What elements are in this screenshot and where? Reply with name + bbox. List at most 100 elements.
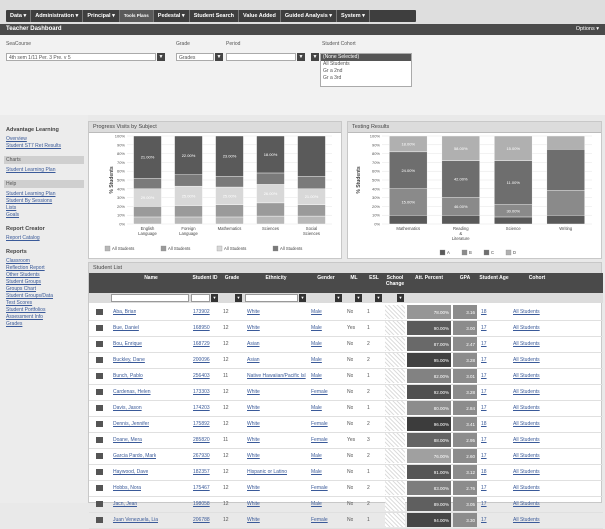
student-card-icon[interactable] [96, 453, 103, 459]
table-cell[interactable]: White [247, 437, 260, 443]
table-cell[interactable]: 17 [481, 325, 487, 331]
table-cell[interactable]: 182357 [193, 469, 210, 475]
table-cell[interactable]: 168729 [193, 341, 210, 347]
table-row[interactable]: Hobbs, Nora 175467 12 White Female No 2 83.00% 2… [89, 480, 603, 497]
table-cell[interactable]: All Students [513, 405, 540, 411]
chevron-down-icon[interactable]: ▼ [397, 294, 404, 302]
period-select[interactable] [226, 53, 296, 61]
menu-item[interactable]: System ▾ [337, 10, 370, 22]
menu-item[interactable]: Guided Analysis ▾ [281, 10, 338, 22]
table-cell[interactable]: 174203 [193, 405, 210, 411]
table-cell[interactable]: 173902 [193, 309, 210, 315]
table-cell[interactable]: Male [311, 501, 322, 507]
table-row[interactable]: Bou, Enrique 168729 12 Asian Male No 2 87.00% 2.… [89, 336, 603, 353]
cohort-option[interactable]: Gr a 2nd [321, 68, 411, 75]
student-card-icon[interactable] [96, 501, 103, 507]
sidebar-link[interactable]: Grades [6, 321, 22, 327]
column-header[interactable]: Student Age [479, 275, 509, 282]
column-filter-input[interactable] [191, 294, 210, 302]
student-card-icon[interactable] [96, 341, 103, 347]
table-cell[interactable]: Buckley, Dane [113, 357, 145, 363]
table-cell[interactable]: Male [311, 373, 322, 379]
column-header[interactable]: Grade [221, 275, 243, 282]
student-card-icon[interactable] [96, 357, 103, 363]
table-cell[interactable]: 17 [481, 485, 487, 491]
column-header[interactable]: GPA [453, 275, 477, 282]
table-cell[interactable]: 175467 [193, 485, 210, 491]
table-row[interactable]: Doane, Mera 285820 11 White Female Yes 3 88.00%… [89, 432, 603, 449]
sidebar-link[interactable]: Student Learning Plan [6, 191, 55, 197]
table-cell[interactable]: 18 [481, 309, 487, 315]
table-cell[interactable]: White [247, 405, 260, 411]
table-cell[interactable]: Bue, Daniel [113, 325, 139, 331]
table-cell[interactable]: White [247, 517, 260, 523]
table-cell[interactable]: 17 [481, 405, 487, 411]
sidebar-link[interactable]: Student Groups/Data [6, 293, 53, 299]
table-cell[interactable]: All Students [513, 437, 540, 443]
chevron-down-icon[interactable]: ▼ [157, 53, 165, 61]
student-card-icon[interactable] [96, 325, 103, 331]
table-cell[interactable]: 17 [481, 389, 487, 395]
menu-item[interactable]: Value Added [239, 10, 281, 22]
table-cell[interactable]: Juan Venezuela, Lia [113, 517, 158, 523]
cohort-option[interactable]: All Students [321, 61, 411, 68]
table-cell[interactable]: Dennis, Jennifer [113, 421, 149, 427]
name-filter-input[interactable] [111, 294, 189, 302]
chevron-down-icon[interactable]: ▼ [335, 294, 342, 302]
menu-item[interactable]: Data ▾ [6, 10, 32, 22]
sidebar-link[interactable]: Other Students [6, 272, 40, 278]
table-cell[interactable]: All Students [513, 309, 540, 315]
table-cell[interactable]: 168950 [193, 325, 210, 331]
menu-item[interactable]: Principal ▾ [83, 10, 120, 22]
table-cell[interactable]: Asian [247, 341, 260, 347]
table-cell[interactable]: 206788 [193, 517, 210, 523]
table-row[interactable]: Davis, Jason 174203 12 White Male No 1 80.00% 2.… [89, 400, 603, 417]
table-cell[interactable]: Hobbs, Nora [113, 485, 141, 491]
table-cell[interactable]: Male [311, 405, 322, 411]
table-cell[interactable]: Female [311, 421, 328, 427]
cohort-option[interactable]: Gr a 3rd [321, 75, 411, 82]
table-cell[interactable]: Female [311, 389, 328, 395]
cohort-listbox[interactable]: (None Selected) All Students Gr a 2nd Gr… [320, 53, 412, 87]
table-cell[interactable]: White [247, 421, 260, 427]
cohort-option[interactable]: (None Selected) [321, 54, 411, 61]
table-cell[interactable]: Male [311, 341, 322, 347]
table-cell[interactable]: Cardenas, Helen [113, 389, 151, 395]
table-cell[interactable]: 17 [481, 517, 487, 523]
sidebar-link[interactable]: Lists [6, 205, 16, 211]
chevron-down-icon[interactable]: ▼ [211, 294, 218, 302]
column-header[interactable]: Ethnicity [245, 275, 307, 282]
table-cell[interactable]: Female [311, 517, 328, 523]
student-card-icon[interactable] [96, 437, 103, 443]
table-cell[interactable]: All Students [513, 453, 540, 459]
table-row[interactable]: Haywood, Dave 182357 12 Hispanic or Latino M… [89, 464, 603, 481]
column-header[interactable]: ML [345, 275, 363, 282]
table-row[interactable]: Aba, Brian 173902 12 White Male No 1 78.00% 3.16… [89, 304, 603, 321]
table-cell[interactable]: Garcia Pardo, Mark [113, 453, 156, 459]
table-cell[interactable]: All Students [513, 469, 540, 475]
table-cell[interactable]: All Students [513, 373, 540, 379]
student-card-icon[interactable] [96, 389, 103, 395]
table-cell[interactable]: Asian [247, 357, 260, 363]
student-card-icon[interactable] [96, 421, 103, 427]
student-card-icon[interactable] [96, 469, 103, 475]
table-row[interactable]: Juan Venezuela, Lia 206788 12 White Female No… [89, 512, 603, 529]
table-cell[interactable]: All Students [513, 421, 540, 427]
table-cell[interactable]: 256403 [193, 373, 210, 379]
chevron-down-icon[interactable]: ▼ [355, 294, 362, 302]
table-cell[interactable]: Male [311, 309, 322, 315]
table-cell[interactable]: Doane, Mera [113, 437, 142, 443]
table-cell[interactable]: 18 [481, 469, 487, 475]
table-cell[interactable]: White [247, 325, 260, 331]
sidebar-link[interactable]: Overview [6, 136, 27, 142]
chevron-down-icon[interactable]: ▼ [297, 53, 305, 61]
column-header[interactable]: Cohort [511, 275, 563, 282]
sidebar-link[interactable]: Report Catalog [6, 235, 40, 241]
student-card-icon[interactable] [96, 309, 103, 315]
sidebar-link[interactable]: Groups Chart [6, 286, 36, 292]
sidebar-link[interactable]: Assessment Info [6, 314, 43, 320]
table-cell[interactable]: Male [311, 469, 322, 475]
table-cell[interactable]: White [247, 389, 260, 395]
sidebar-link[interactable]: Student Learning Plan [6, 167, 55, 173]
student-card-icon[interactable] [96, 405, 103, 411]
